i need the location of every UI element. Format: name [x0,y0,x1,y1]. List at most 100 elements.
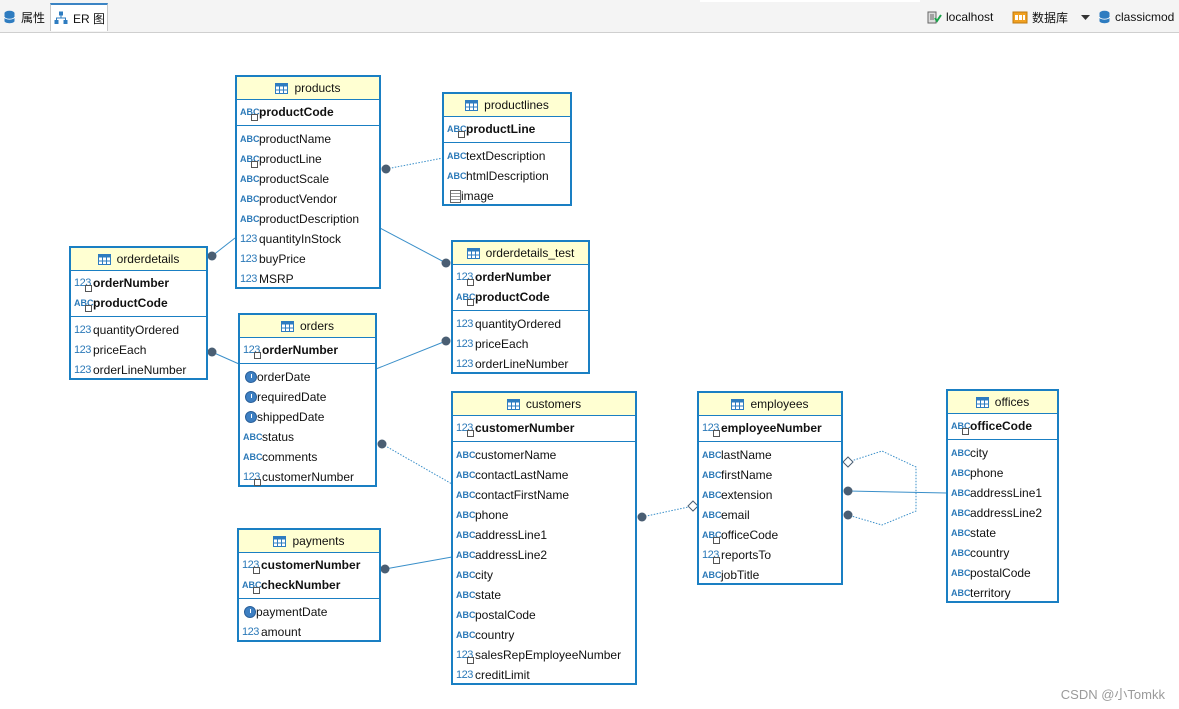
attribute-column[interactable]: 123 customerNumber [240,467,375,487]
attribute-column[interactable]: ABC addressLine2 [453,545,635,565]
attribute-column[interactable]: ABC addressLine2 [948,503,1057,523]
entity-header[interactable]: orders [240,315,375,338]
entity-name: products [294,81,341,95]
column-name: image [461,189,494,203]
attribute-column[interactable]: ABC country [453,625,635,645]
attribute-column[interactable]: ABC productScale [237,169,379,189]
key-column[interactable]: ABC checkNumber [239,575,379,595]
attribute-column[interactable]: ABC city [948,443,1057,463]
attribute-column[interactable]: ABC postalCode [453,605,635,625]
attribute-column[interactable]: ABC productLine [237,149,379,169]
entity-header[interactable]: orderdetails_test [453,242,588,265]
entity-orderdetails-test[interactable]: orderdetails_test 123 orderNumber ABC produc… [451,240,590,374]
string-type-icon: ABC [951,419,971,435]
entity-header[interactable]: productlines [444,94,570,117]
attribute-column[interactable]: 123 creditLimit [453,665,635,685]
column-name: contactFirstName [475,488,570,502]
column-name: requiredDate [257,390,327,404]
key-badge-icon [253,587,260,594]
column-name: creditLimit [475,668,530,682]
entity-orderdetails[interactable]: orderdetails 123 orderNumber ABC productCode… [69,246,208,380]
attribute-column[interactable]: 123 quantityOrdered [453,314,588,334]
attribute-column[interactable]: ABC jobTitle [699,565,841,585]
key-column[interactable]: 123 customerNumber [453,418,635,438]
column-name: quantityOrdered [475,317,562,331]
attribute-column[interactable]: requiredDate [240,387,375,407]
primary-key-section: 123 employeeNumber [699,416,841,442]
attribute-column[interactable]: ABC state [453,585,635,605]
attribute-column[interactable]: ABC addressLine1 [453,525,635,545]
attribute-column[interactable]: 123 orderLineNumber [71,360,206,380]
attribute-column[interactable]: ABC officeCode [699,525,841,545]
rel-dot [207,251,217,261]
attribute-column[interactable]: ABC htmlDescription [444,166,570,186]
attribute-column[interactable]: 123 salesRepEmployeeNumber [453,645,635,665]
attribute-column[interactable]: 123 priceEach [71,340,206,360]
attribute-column[interactable]: ABC productName [237,129,379,149]
attribute-column[interactable]: paymentDate [239,602,379,622]
attribute-column[interactable]: ABC firstName [699,465,841,485]
attribute-column[interactable]: ABC postalCode [948,563,1057,583]
attribute-column[interactable]: 123 orderLineNumber [453,354,588,374]
column-name: textDescription [466,149,546,163]
key-column[interactable]: ABC productCode [71,293,206,313]
entity-header[interactable]: customers [453,393,635,416]
attribute-column[interactable]: ABC status [240,427,375,447]
attribute-column[interactable]: ABC email [699,505,841,525]
attribute-column[interactable]: ABC textDescription [444,146,570,166]
attribute-column[interactable]: ABC phone [948,463,1057,483]
rel-customers-employees [641,505,694,518]
attribute-column[interactable]: orderDate [240,367,375,387]
key-column[interactable]: 123 customerNumber [239,555,379,575]
key-column[interactable]: 123 orderNumber [240,340,375,360]
key-column[interactable]: 123 orderNumber [453,267,588,287]
attribute-column[interactable]: ABC phone [453,505,635,525]
entity-employees[interactable]: employees 123 employeeNumber ABC lastName ABC… [697,391,843,585]
primary-key-section: ABC officeCode [948,414,1057,440]
attribute-column[interactable]: 123 quantityOrdered [71,320,206,340]
numeric-type-icon: 123 [74,276,92,292]
attribute-column[interactable]: ABC state [948,523,1057,543]
entity-header[interactable]: employees [699,393,841,416]
attribute-column[interactable]: shippedDate [240,407,375,427]
attribute-column[interactable]: ABC customerName [453,445,635,465]
key-column[interactable]: ABC productCode [237,102,379,122]
attribute-column[interactable]: ABC territory [948,583,1057,603]
column-name: territory [970,586,1011,600]
attribute-column[interactable]: ABC contactLastName [453,465,635,485]
attribute-column[interactable]: 123 amount [239,622,379,642]
key-column[interactable]: ABC officeCode [948,416,1057,436]
attribute-column[interactable]: ABC productVendor [237,189,379,209]
attribute-column[interactable]: 123 MSRP [237,269,379,289]
entity-orders[interactable]: orders 123 orderNumber orderDate requiredDat… [238,313,377,487]
attribute-column[interactable]: ABC comments [240,447,375,467]
entity-offices[interactable]: offices ABC officeCode ABC city ABC phone ABC ad… [946,389,1059,603]
attribute-column[interactable]: ABC country [948,543,1057,563]
entity-header[interactable]: orderdetails [71,248,206,271]
entity-header[interactable]: payments [239,530,379,553]
key-column[interactable]: 123 orderNumber [71,273,206,293]
key-column[interactable]: 123 employeeNumber [699,418,841,438]
key-badge-icon [251,161,258,168]
key-column[interactable]: ABC productCode [453,287,588,307]
attribute-column[interactable]: ABC contactFirstName [453,485,635,505]
string-type-icon: ABC [456,530,476,540]
attribute-column[interactable]: ABC lastName [699,445,841,465]
attribute-column[interactable]: ABC productDescription [237,209,379,229]
key-column[interactable]: ABC productLine [444,119,570,139]
attribute-column[interactable]: ABC extension [699,485,841,505]
entity-header[interactable]: products [237,77,379,100]
entity-header[interactable]: offices [948,391,1057,414]
entity-productlines[interactable]: productlines ABC productLine ABC textDescrip… [442,92,572,206]
attribute-column[interactable]: 123 priceEach [453,334,588,354]
attribute-column[interactable]: 123 reportsTo [699,545,841,565]
attribute-column[interactable]: ABC city [453,565,635,585]
primary-key-section: 123 orderNumber [240,338,375,364]
entity-products[interactable]: products ABC productCode ABC productName ABC p… [235,75,381,289]
entity-payments[interactable]: payments 123 customerNumber ABC checkNumber p… [237,528,381,642]
entity-customers[interactable]: customers 123 customerNumber ABC customerNam… [451,391,637,685]
attribute-column[interactable]: 123 quantityInStock [237,229,379,249]
attribute-column[interactable]: 123 buyPrice [237,249,379,269]
attribute-column[interactable]: image [444,186,570,206]
attribute-column[interactable]: ABC addressLine1 [948,483,1057,503]
